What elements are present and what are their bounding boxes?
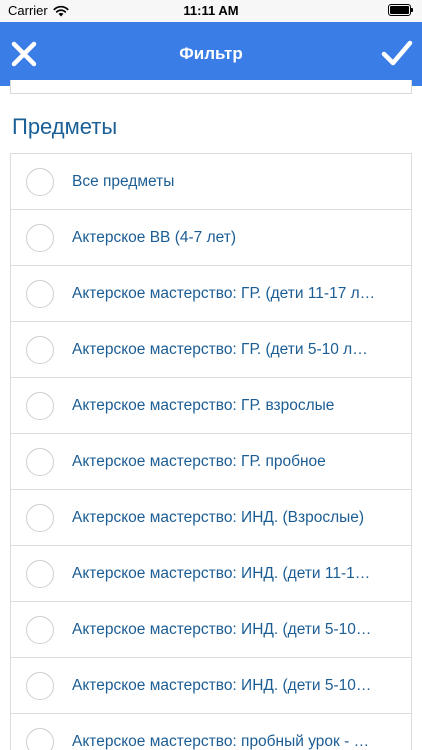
subject-label: Актерское мастерство: ИНД. (Взрослые)	[72, 509, 365, 526]
subject-row[interactable]: Актерское ВВ (4-7 лет)	[10, 210, 412, 266]
subject-row[interactable]: Актерское мастерство: ИНД. (дети 5-10…	[10, 658, 412, 714]
radio-unchecked-icon[interactable]	[26, 392, 54, 420]
radio-unchecked-icon[interactable]	[26, 728, 54, 750]
subject-row[interactable]: Актерское мастерство: ИНД. (Взрослые)	[10, 490, 412, 546]
filter-screen: Carrier 11:11 AM Фильтр Предметы Все пре…	[0, 0, 422, 750]
subject-row[interactable]: Актерское мастерство: ГР. (дети 5-10 л…	[10, 322, 412, 378]
radio-unchecked-icon[interactable]	[26, 616, 54, 644]
subject-label: Все предметы	[72, 173, 175, 190]
subject-label: Актерское мастерство: ГР. взрослые	[72, 397, 335, 414]
battery-tip	[411, 8, 413, 12]
nav-title: Фильтр	[179, 44, 243, 63]
battery-icon	[388, 4, 414, 16]
radio-unchecked-icon[interactable]	[26, 504, 54, 532]
subject-label: Актерское мастерство: ИНД. (дети 5-10…	[72, 621, 372, 638]
subject-row[interactable]: Актерское мастерство: ИНД. (дети 11-1…	[10, 546, 412, 602]
subject-row[interactable]: Все предметы	[10, 154, 412, 210]
subject-label: Актерское мастерство: ИНД. (дети 5-10…	[72, 677, 372, 694]
subject-row[interactable]: Актерское мастерство: ГР. взрослые	[10, 378, 412, 434]
status-time: 11:11 AM	[183, 3, 239, 18]
radio-unchecked-icon[interactable]	[26, 168, 54, 196]
subject-label: Актерское мастерство: ГР. (дети 5-10 л…	[72, 341, 368, 358]
battery-body	[388, 4, 411, 16]
section-title: Предметы	[12, 114, 118, 139]
radio-unchecked-icon[interactable]	[26, 448, 54, 476]
subject-row[interactable]: Актерское мастерство: ГР. (дети 11-17 л…	[10, 266, 412, 322]
subject-row[interactable]: Актерское мастерство: пробный урок - …	[10, 714, 412, 750]
subject-list: Все предметы Актерское ВВ (4-7 лет) Акте…	[10, 153, 412, 750]
subject-label: Актерское мастерство: ИНД. (дети 11-1…	[72, 565, 371, 582]
subject-row[interactable]: Актерское мастерство: ИНД. (дети 5-10…	[10, 602, 412, 658]
status-bar: Carrier 11:11 AM	[0, 0, 422, 22]
nav-bar: Фильтр	[0, 22, 422, 86]
subject-label: Актерское мастерство: ГР. (дети 11-17 л…	[72, 285, 376, 302]
radio-unchecked-icon[interactable]	[26, 224, 54, 252]
radio-unchecked-icon[interactable]	[26, 672, 54, 700]
previous-section-box	[10, 80, 412, 94]
subject-label: Актерское мастерство: ГР. пробное	[72, 453, 326, 470]
subject-label: Актерское мастерство: пробный урок - …	[72, 733, 370, 750]
radio-unchecked-icon[interactable]	[26, 280, 54, 308]
radio-unchecked-icon[interactable]	[26, 336, 54, 364]
checkmark-icon[interactable]	[380, 36, 414, 70]
battery-level	[390, 6, 409, 14]
subject-row[interactable]: Актерское мастерство: ГР. пробное	[10, 434, 412, 490]
subject-label: Актерское ВВ (4-7 лет)	[72, 229, 236, 246]
radio-unchecked-icon[interactable]	[26, 560, 54, 588]
